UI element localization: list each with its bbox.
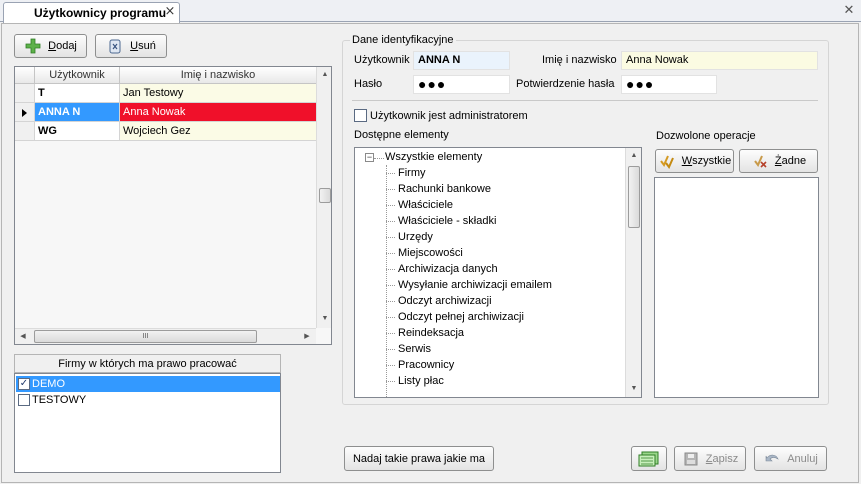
- tree-node[interactable]: Firmy: [386, 165, 426, 181]
- tree-node[interactable]: Rachunki bankowe: [386, 181, 491, 197]
- select-none-label: Żadne: [774, 155, 807, 167]
- select-none-button[interactable]: Żadne: [739, 149, 818, 173]
- firms-list[interactable]: ✓ DEMO TESTOWY: [14, 373, 281, 473]
- table-row[interactable]: WG Wojciech Gez: [15, 122, 317, 141]
- tree-guide-line: [386, 165, 387, 397]
- tree-node[interactable]: Urzędy: [386, 229, 433, 245]
- admin-checkbox[interactable]: [354, 109, 367, 122]
- undo-icon: [763, 450, 781, 468]
- add-button[interactable]: Dodaj: [14, 34, 87, 58]
- remove-label: Usuń: [130, 40, 156, 52]
- password-field[interactable]: ●●●: [413, 75, 510, 94]
- list-item[interactable]: ✓ DEMO: [16, 376, 280, 392]
- list-item[interactable]: TESTOWY: [16, 392, 280, 408]
- grid-vscroll-thumb[interactable]: [319, 188, 331, 203]
- firm-checkbox[interactable]: [18, 394, 30, 406]
- tree-vscroll-thumb[interactable]: [628, 166, 640, 228]
- password-label: Hasło: [354, 78, 383, 90]
- tree-node[interactable]: Pracownicy: [385, 357, 454, 373]
- scroll-up-icon[interactable]: ▲: [626, 148, 641, 164]
- firm-checkbox[interactable]: ✓: [18, 378, 30, 390]
- copy-rights-button[interactable]: Nadaj takie prawa jakie ma: [344, 446, 494, 471]
- tree-node[interactable]: Serwis: [385, 341, 431, 357]
- firm-label: TESTOWY: [32, 394, 87, 406]
- allowed-operations-list[interactable]: [654, 177, 819, 398]
- tree-node[interactable]: Właściciele: [385, 197, 453, 213]
- scroll-right-icon[interactable]: ▶: [299, 329, 315, 344]
- window-close-icon[interactable]: ✕: [842, 3, 856, 17]
- users-grid[interactable]: Użytkownik Imię i nazwisko T Jan Testowy…: [14, 66, 332, 345]
- row-header: [15, 122, 35, 141]
- scroll-down-icon[interactable]: ▼: [626, 381, 641, 397]
- user-field[interactable]: ANNA N: [413, 51, 510, 70]
- separator: [352, 100, 818, 101]
- add-label: Dodaj: [48, 40, 77, 52]
- scroll-down-icon[interactable]: ▼: [317, 311, 331, 327]
- name-label: Imię i nazwisko: [542, 54, 617, 66]
- tree-node[interactable]: Odczyt pełnej archiwizacji: [386, 309, 524, 325]
- plus-icon: [24, 37, 42, 55]
- scroll-up-icon[interactable]: ▲: [317, 67, 331, 83]
- tree-node[interactable]: Właściciele - składki: [385, 213, 496, 229]
- tree-node[interactable]: Miejscowości: [386, 245, 463, 261]
- select-all-button[interactable]: Wszystkie: [655, 149, 734, 173]
- select-all-label: Wszystkie: [681, 155, 732, 167]
- copy-rights-label: Nadaj takie prawa jakie ma: [352, 452, 486, 465]
- tree-node[interactable]: Wysyłanie archiwizacji emailem: [386, 277, 552, 293]
- permissions-tree[interactable]: − Wszystkie elementy Firmy Rachunki bank…: [354, 147, 642, 398]
- cell-name: Wojciech Gez: [120, 122, 317, 141]
- tab-close-icon[interactable]: ⨯: [163, 4, 177, 18]
- row-header: [15, 103, 35, 122]
- cell-login: ANNA N: [35, 103, 120, 122]
- row-header-corner: [15, 67, 35, 84]
- password-confirm-field[interactable]: ●●●: [621, 75, 717, 94]
- firms-title: Firmy w których ma prawo pracować: [14, 354, 281, 373]
- tree-connector: [374, 158, 384, 159]
- available-elements-title: Dostępne elementy: [354, 129, 449, 141]
- cell-name: Jan Testowy: [120, 84, 317, 103]
- tree-node[interactable]: Listy płac: [386, 373, 444, 389]
- save-disk-icon: [682, 450, 700, 468]
- grid-vertical-scrollbar[interactable]: ▲ ▼: [316, 67, 331, 328]
- name-field[interactable]: Anna Nowak: [621, 51, 818, 70]
- user-label: Użytkownik: [354, 54, 410, 66]
- column-header-login[interactable]: Użytkownik: [35, 67, 120, 84]
- tree-node[interactable]: Odczyt archiwizacji: [386, 293, 492, 309]
- cell-name: Anna Nowak: [120, 103, 317, 122]
- export-button[interactable]: [631, 446, 667, 471]
- tree-node[interactable]: Reindeksacja: [385, 325, 464, 341]
- current-row-arrow-icon: [22, 109, 27, 117]
- uncheck-all-icon: [751, 152, 769, 170]
- cancel-label: Anuluj: [787, 452, 818, 465]
- allowed-operations-title: Dozwolone operacje: [656, 130, 756, 142]
- tree-node[interactable]: Archiwizacja danych: [386, 261, 498, 277]
- firm-label: DEMO: [32, 378, 65, 390]
- tree-vertical-scrollbar[interactable]: ▲ ▼: [625, 148, 641, 397]
- save-label: Zapisz: [705, 452, 739, 465]
- tab-users[interactable]: Użytkownicy programu: [3, 2, 180, 23]
- remove-button[interactable]: Usuń: [95, 34, 167, 58]
- grid-horizontal-scrollbar[interactable]: ◀ III ▶: [15, 328, 316, 344]
- check-all-icon: [658, 152, 676, 170]
- cell-login: WG: [35, 122, 120, 141]
- row-header: [15, 84, 35, 103]
- tab-title: Użytkownicy programu: [34, 6, 167, 20]
- column-header-name[interactable]: Imię i nazwisko: [120, 67, 317, 84]
- tree-root[interactable]: Wszystkie elementy: [385, 149, 482, 165]
- grid-hscroll-thumb[interactable]: III: [34, 330, 257, 343]
- cancel-button[interactable]: Anuluj: [754, 446, 827, 471]
- scroll-left-icon[interactable]: ◀: [15, 329, 31, 344]
- admin-checkbox-label: Użytkownik jest administratorem: [370, 110, 528, 122]
- spreadsheet-icon: [638, 451, 660, 467]
- table-row-selected[interactable]: ANNA N Anna Nowak: [15, 103, 317, 122]
- password-confirm-label: Potwierdzenie hasła: [516, 78, 615, 90]
- delete-icon: [106, 37, 124, 55]
- identity-group-title: Dane identyfikacyjne: [350, 34, 456, 46]
- collapse-icon[interactable]: −: [365, 153, 374, 162]
- save-button[interactable]: Zapisz: [674, 446, 746, 471]
- table-row[interactable]: T Jan Testowy: [15, 84, 317, 103]
- cell-login: T: [35, 84, 120, 103]
